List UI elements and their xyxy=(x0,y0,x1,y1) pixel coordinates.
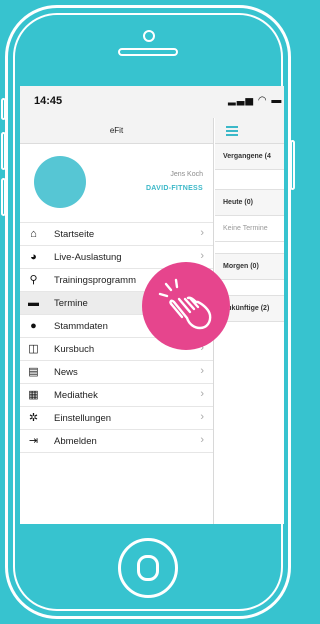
news-icon: ▤ xyxy=(28,366,39,378)
menu-item-startseite[interactable]: ⌂ Startseite › xyxy=(20,223,213,246)
home-button[interactable] xyxy=(118,538,178,598)
gear-icon: ✲ xyxy=(28,412,39,424)
menu-item-label: Mediathek xyxy=(54,390,98,401)
section-heute[interactable]: Heute (0) xyxy=(215,190,284,216)
front-camera xyxy=(143,30,155,42)
bicycle-icon: ⚲ xyxy=(29,274,38,286)
power-button xyxy=(290,140,295,190)
avatar[interactable] xyxy=(34,156,86,208)
profile-name: Jens Koch xyxy=(170,171,203,178)
status-bar: 14:45 ▂▃▅ ◠ ▬ xyxy=(20,86,284,118)
menu-item-label: Stammdaten xyxy=(54,321,108,332)
menu-item-abmelden[interactable]: ⇥ Abmelden › xyxy=(20,430,213,453)
profile-section: Jens Koch DAVID-FITNESS xyxy=(20,144,213,222)
hamburger-menu-icon[interactable] xyxy=(226,126,238,138)
pie-chart-icon: ◕ xyxy=(30,251,37,263)
menu-item-news[interactable]: ▤ News › xyxy=(20,361,213,384)
menu-item-mediathek[interactable]: ▦ Mediathek › xyxy=(20,384,213,407)
tap-indicator xyxy=(142,262,230,350)
appointments-header xyxy=(215,118,284,144)
logout-icon: ⇥ xyxy=(28,435,39,447)
status-time: 14:45 xyxy=(34,95,63,107)
spacer xyxy=(215,170,284,190)
mute-switch xyxy=(1,98,6,120)
home-icon: ⌂ xyxy=(30,228,37,240)
chevron-right-icon: › xyxy=(200,388,204,400)
person-icon: ● xyxy=(30,320,37,332)
chevron-right-icon: › xyxy=(200,250,204,262)
profile-studio: DAVID-FITNESS xyxy=(145,185,203,192)
menu-item-label: Startseite xyxy=(54,229,95,240)
volume-down-button xyxy=(1,178,6,216)
menu-item-label: News xyxy=(54,367,78,378)
chevron-right-icon: › xyxy=(200,365,204,377)
menu-item-label: Kursbuch xyxy=(54,344,95,355)
volume-up-button xyxy=(1,132,6,170)
film-icon: ▦ xyxy=(28,389,39,401)
earpiece-speaker xyxy=(118,48,178,56)
section-vergangene[interactable]: Vergangene (4 xyxy=(215,144,284,170)
app-title: eFit xyxy=(20,118,213,144)
menu-item-einstellungen[interactable]: ✲ Einstellungen › xyxy=(20,407,213,430)
spacer xyxy=(215,242,284,254)
menu-item-label: Trainingsprogramm xyxy=(54,275,137,286)
signal-wifi-battery-icon: ▂▃▅ ◠ ▬ xyxy=(228,95,283,106)
menu-item-label: Termine xyxy=(54,298,88,309)
book-icon: ◫ xyxy=(28,343,39,355)
menu-item-label: Abmelden xyxy=(54,436,97,447)
chevron-right-icon: › xyxy=(200,434,204,446)
menu-item-label: Einstellungen xyxy=(54,413,112,424)
section-morgen[interactable]: Morgen (0) xyxy=(215,254,284,280)
menu-item-label: Live-Auslastung xyxy=(54,252,122,263)
pointing-hand-icon xyxy=(158,278,212,330)
calendar-icon: ▬ xyxy=(28,297,39,309)
no-appointments-text: Keine Termine xyxy=(215,216,284,242)
chevron-right-icon: › xyxy=(200,227,204,239)
chevron-right-icon: › xyxy=(200,411,204,423)
